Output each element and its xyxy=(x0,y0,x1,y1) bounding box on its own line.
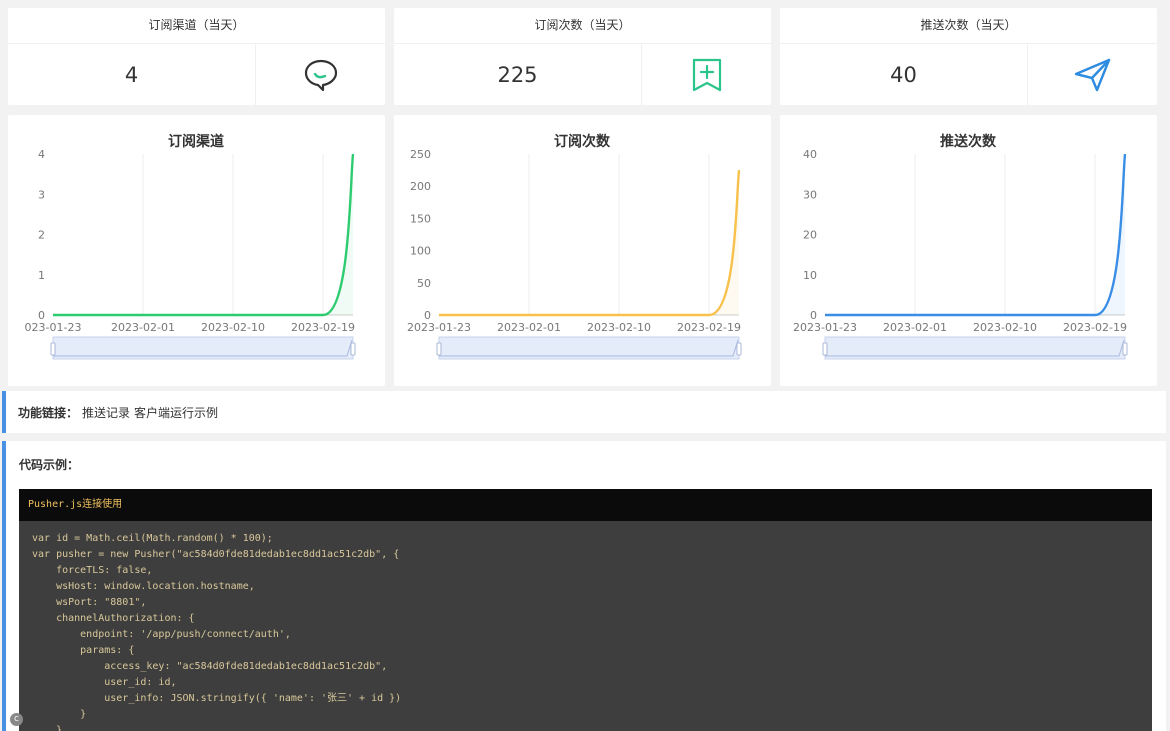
x-tick-label: 2023-02-01 xyxy=(497,321,561,334)
series-line xyxy=(53,153,355,317)
x-tick-label: 2023-01-23 xyxy=(793,321,857,334)
floating-c-icon[interactable]: c xyxy=(10,713,23,726)
x-tick-label: 2023-02-10 xyxy=(201,321,265,334)
code-line: channelAuthorization: { xyxy=(32,613,195,624)
zoom-handle-left[interactable] xyxy=(50,342,56,356)
y-tick-label: 2 xyxy=(38,229,45,242)
chart-title: 推送次数 xyxy=(940,133,997,150)
y-tick-label: 0 xyxy=(810,309,817,322)
series-area xyxy=(825,154,1125,315)
y-tick-label: 0 xyxy=(38,309,45,322)
code-line: var pusher = new Pusher("ac584d0fde81ded… xyxy=(32,549,400,560)
chart-title: 订阅次数 xyxy=(554,133,611,150)
code-line: } xyxy=(32,709,87,720)
chart-pushes: 推送次数 2023-01-23 2023-02-01 2023-02-10 2023-0… xyxy=(793,133,1128,360)
stat-value: 225 xyxy=(394,44,642,105)
x-tick-label: 023-01-23 xyxy=(25,321,82,334)
zoom-handle-left[interactable] xyxy=(822,342,828,356)
code-line: wsHost: window.location.hostname, xyxy=(32,581,255,592)
stat-value: 4 xyxy=(8,44,256,105)
chart-title: 订阅渠道 xyxy=(168,133,224,150)
x-tick-label: 2023-02-19 xyxy=(677,321,741,334)
stat-title: 推送次数（当天） xyxy=(780,8,1157,44)
y-tick-label: 30 xyxy=(803,188,817,201)
bookmark-add-icon xyxy=(642,44,771,105)
code-example-label: 代码示例： xyxy=(19,458,80,472)
code-line: user_info: JSON.stringify({ 'name': '张三'… xyxy=(32,693,402,704)
chart-card-pushes: 推送次数 2023-01-23 2023-02-01 2023-02-10 2023-0… xyxy=(780,115,1157,386)
x-tick-label: 2023-02-19 xyxy=(291,321,355,334)
x-tick-label: 2023-02-01 xyxy=(111,321,175,334)
y-tick-label: 10 xyxy=(803,269,817,282)
series-area xyxy=(53,154,353,315)
code-example-panel: 代码示例： Pusher.js连接使用 var id = Math.ceil(M… xyxy=(2,441,1166,731)
chart-subscriptions: 订阅次数 2023-01-23 2023-02-01 2023-02-10 2023-0… xyxy=(407,133,742,360)
series-line xyxy=(825,153,1127,317)
code-block-title: Pusher.js连接使用 xyxy=(19,489,1152,521)
x-tick-label: 2023-02-01 xyxy=(883,321,947,334)
link-push-records[interactable]: 推送记录 xyxy=(82,404,130,421)
y-tick-label: 100 xyxy=(410,245,431,258)
series-area xyxy=(439,170,739,315)
paper-plane-icon xyxy=(1028,44,1157,105)
link-client-demo[interactable]: 客户端运行示例 xyxy=(134,404,218,421)
code-line: endpoint: '/app/push/connect/auth', xyxy=(32,629,291,640)
x-tick-label: 2023-02-10 xyxy=(587,321,651,334)
stat-title: 订阅次数（当天） xyxy=(394,8,771,44)
stat-card-pushes: 推送次数（当天） 40 xyxy=(780,8,1157,105)
code-line: user_id: id, xyxy=(32,677,177,688)
code-line: wsPort: "8801", xyxy=(32,597,147,608)
y-tick-label: 20 xyxy=(803,229,817,242)
y-tick-label: 1 xyxy=(38,269,45,282)
y-tick-label: 150 xyxy=(410,212,431,225)
code-line: access_key: "ac584d0fde81dedab1ec8dd1ac5… xyxy=(32,661,388,672)
y-tick-label: 3 xyxy=(38,188,45,201)
y-tick-label: 0 xyxy=(424,309,431,322)
code-line: } xyxy=(32,725,63,731)
function-links-bar: 功能链接： 推送记录 客户端运行示例 xyxy=(2,391,1166,433)
zoom-handle-right[interactable] xyxy=(736,342,742,356)
code-line: forceTLS: false, xyxy=(32,565,153,576)
stat-title: 订阅渠道（当天） xyxy=(8,8,385,44)
y-tick-label: 50 xyxy=(417,277,431,290)
stat-card-channels: 订阅渠道（当天） 4 xyxy=(8,8,385,105)
x-tick-label: 2023-02-19 xyxy=(1063,321,1127,334)
y-tick-label: 250 xyxy=(410,148,431,161)
chart-card-subscriptions: 订阅次数 2023-01-23 2023-02-01 2023-02-10 2023-0… xyxy=(394,115,771,386)
function-links-label: 功能链接： xyxy=(18,405,79,420)
y-tick-label: 4 xyxy=(38,148,45,161)
series-line xyxy=(439,169,741,317)
stat-value: 40 xyxy=(780,44,1028,105)
x-tick-label: 2023-02-10 xyxy=(973,321,1037,334)
zoom-handle-right[interactable] xyxy=(1122,342,1128,356)
stat-card-subscriptions: 订阅次数（当天） 225 xyxy=(394,8,771,105)
chart-channels: 订阅渠道 023-01-23 2023-02-01 2023-02-10 2023-02… xyxy=(25,133,356,360)
x-tick-label: 2023-01-23 xyxy=(407,321,471,334)
y-tick-label: 200 xyxy=(410,180,431,193)
code-line: params: { xyxy=(32,645,135,656)
zoom-handle-right[interactable] xyxy=(350,342,356,356)
code-block-body: var id = Math.ceil(Math.random() * 100);… xyxy=(19,521,1152,731)
y-tick-label: 40 xyxy=(803,148,817,161)
code-block: Pusher.js连接使用 var id = Math.ceil(Math.ra… xyxy=(19,489,1152,731)
chart-card-channels: 订阅渠道 023-01-23 2023-02-01 2023-02-10 2023-02… xyxy=(8,115,385,386)
code-line: var id = Math.ceil(Math.random() * 100); xyxy=(32,533,273,544)
chat-bubble-icon xyxy=(256,44,385,105)
zoom-handle-left[interactable] xyxy=(436,342,442,356)
